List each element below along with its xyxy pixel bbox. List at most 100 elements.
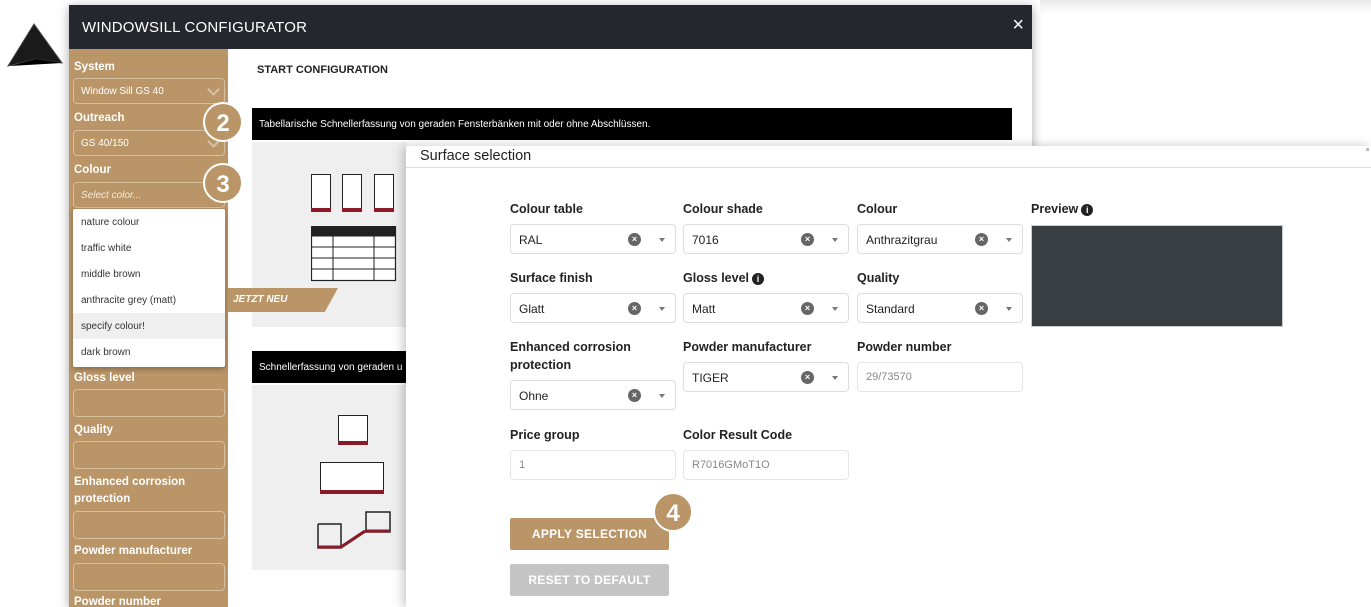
quality-label: Quality [857,271,900,285]
sill-thumbnail [342,174,362,212]
quality-label: Quality [74,424,113,436]
clear-icon[interactable]: × [801,371,814,384]
corrosion-value: Ohne [519,389,549,403]
start-configuration-title: START CONFIGURATION [257,64,388,76]
caret-down-icon[interactable] [1006,307,1012,311]
caret-down-icon[interactable] [659,238,665,242]
price-group-label: Price group [510,428,580,442]
clear-icon[interactable]: × [975,233,988,246]
corrosion-select[interactable]: Ohne × [510,380,676,410]
clear-icon[interactable]: × [628,233,641,246]
corrosion-label: Enhanced corrosion [74,476,186,488]
new-tag: JETZT NEU [228,288,338,312]
clear-icon[interactable]: × [628,302,641,315]
caret-down-icon[interactable] [832,307,838,311]
panel-edge-marker [1366,148,1369,151]
powder-manufacturer-label: Powder manufacturer [683,340,812,354]
colour-preview-swatch [1031,225,1283,327]
colour-select[interactable]: Select color... [73,182,225,208]
colour-shade-label: Colour shade [683,202,763,216]
outreach-label: Outreach [74,112,125,124]
colour-dropdown-list: nature colour traffic white middle brown… [73,209,225,367]
color-result-code-label: Color Result Code [683,428,793,442]
background-shadow [1040,0,1371,14]
colour-table-value: RAL [519,233,543,247]
step-badge-4: 4 [653,492,693,532]
configurator-sidebar: System Window Sill GS 40 Outreach GS 40/… [69,49,228,607]
colour-option-hovered[interactable]: specify colour! [73,313,225,339]
powder-manufacturer-select[interactable] [73,563,225,591]
corrosion-label-line2: protection [510,358,572,372]
clear-icon[interactable]: × [801,233,814,246]
colour-select[interactable]: Anthrazitgrau × [857,224,1023,254]
colour-option[interactable]: nature colour [73,209,225,235]
quality-value: Standard [866,302,915,316]
close-icon[interactable]: × [1012,15,1024,35]
gloss-level-select[interactable] [73,389,225,417]
system-label: System [74,61,115,73]
quick-entry-banner-2[interactable]: Schnellerfassung von geraden u [252,351,412,383]
quality-select[interactable] [73,441,225,469]
colour-option[interactable]: dark brown [73,339,225,365]
info-icon[interactable]: i [1081,204,1094,216]
clear-icon[interactable]: × [801,302,814,315]
caret-down-icon[interactable] [832,376,838,380]
colour-shade-select[interactable]: 7016 × [683,224,849,254]
sill-thumbnail [311,174,331,212]
corrosion-select[interactable] [73,511,225,539]
quick-entry-banner[interactable]: Tabellarische Schnellerfassung von gerad… [252,108,1012,140]
colour-shade-value: 7016 [692,233,719,247]
outreach-select[interactable]: GS 40/150 [73,130,225,156]
colour-label: Colour [857,202,898,216]
colour-label: Colour [74,164,112,176]
colour-option[interactable]: middle brown [73,261,225,287]
powder-manufacturer-select[interactable]: TIGER × [683,362,849,392]
powder-manufacturer-label: Powder manufacturer [74,545,193,557]
price-group-input[interactable]: 1 [510,450,676,480]
surface-finish-value: Glatt [519,302,545,316]
surface-selection-panel: Surface selection Colour table RAL × Col… [406,146,1371,607]
sill-thumbnail [338,415,368,445]
powder-number-label: Powder number [857,340,952,354]
colour-table-label: Colour table [510,202,583,216]
system-value: Window Sill GS 40 [81,86,164,97]
step-badge-3: 3 [203,163,243,203]
powder-number-input[interactable]: 29/73570 [857,362,1023,392]
surface-finish-label: Surface finish [510,271,593,285]
clear-icon[interactable]: × [975,302,988,315]
chevron-down-icon [207,83,220,96]
apply-selection-button[interactable]: APPLY SELECTION [510,518,669,550]
colour-option[interactable]: anthracite grey (matt) [73,287,225,313]
corrosion-label: Enhanced corrosion [510,340,631,354]
gloss-level-label: Gloss level i [683,269,765,287]
reset-to-default-button[interactable]: RESET TO DEFAULT [510,564,669,596]
surface-finish-select[interactable]: Glatt × [510,293,676,323]
gloss-level-select[interactable]: Matt × [683,293,849,323]
gloss-level-label: Gloss level [74,372,135,384]
info-icon[interactable]: i [752,273,765,285]
step-badge-2: 2 [203,102,243,142]
powder-manufacturer-value: TIGER [692,371,729,385]
caret-down-icon[interactable] [659,307,665,311]
surface-selection-header: Surface selection [406,146,1371,168]
corrosion-label-line2: protection [74,493,131,505]
colour-option[interactable]: traffic white [73,235,225,261]
quality-select[interactable]: Standard × [857,293,1023,323]
configurator-title: WINDOWSILL CONFIGURATOR [82,19,308,36]
sill-thumbnail [320,462,384,494]
color-result-code-input[interactable]: R7016GMoT1O [683,450,849,480]
mouse-cursor-icon [6,23,64,67]
clear-icon[interactable]: × [628,389,641,402]
surface-selection-title: Surface selection [420,148,532,164]
outreach-value: GS 40/150 [81,138,129,149]
configurator-header: WINDOWSILL CONFIGURATOR × [69,5,1032,49]
preview-label: Preview i [1031,200,1094,218]
quick-entry-card-2[interactable] [252,385,407,570]
angled-sill-icon [317,511,391,549]
colour-table-select[interactable]: RAL × [510,224,676,254]
caret-down-icon[interactable] [832,238,838,242]
colour-placeholder: Select color... [81,190,142,201]
caret-down-icon[interactable] [1006,238,1012,242]
caret-down-icon[interactable] [659,394,665,398]
system-select[interactable]: Window Sill GS 40 [73,78,225,104]
